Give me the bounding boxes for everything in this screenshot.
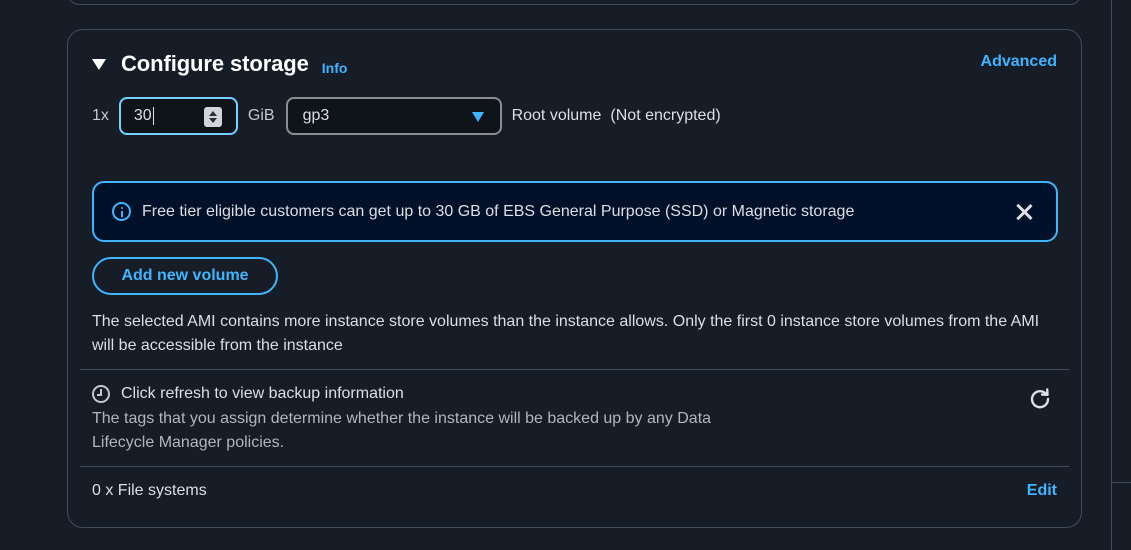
section-title[interactable]: Configure storage [121,51,309,77]
stepper-icon[interactable] [203,107,222,127]
volume-multiplier: 1x [92,107,109,124]
encryption-status: (Not encrypted) [610,107,721,124]
divider [80,369,1069,370]
clock-icon [92,385,110,403]
backup-title: Click refresh to view backup information [121,385,404,402]
info-circle-icon [112,202,131,221]
page: Configure storage Info Advanced 1x 30 Gi… [0,0,1131,550]
backup-info: Click refresh to view backup information… [92,383,1052,455]
root-volume-label: Root volume [511,107,602,124]
section-header: Configure storage Info [92,48,347,80]
stepper-up-icon[interactable] [208,111,217,116]
advanced-link[interactable]: Advanced [981,53,1057,71]
previous-section-card [67,0,1082,5]
right-panel-divider [1112,482,1131,483]
add-new-volume-button[interactable]: Add new volume [92,257,278,295]
volume-size-value[interactable]: 30 [134,107,152,125]
volume-type-value: gp3 [302,107,330,124]
instance-store-warning: The selected AMI contains more instance … [92,313,1040,354]
volume-unit: GiB [247,107,275,124]
backup-header: Click refresh to view backup information [92,383,1052,405]
text-cursor [152,107,154,125]
divider [80,466,1069,467]
file-systems-label: 0 x File systems [92,482,207,499]
volume-size-input[interactable]: 30 [118,97,238,135]
root-volume-row: 1x 30 GiB gp3 Root volume (Not encrypted… [92,97,721,135]
volume-type-select[interactable]: gp3 [285,97,502,135]
refresh-icon[interactable] [1029,388,1051,410]
info-link[interactable]: Info [322,60,348,76]
free-tier-alert: Free tier eligible customers can get up … [92,181,1058,242]
stepper-down-icon[interactable] [208,118,217,123]
right-panel-edge [1111,0,1131,550]
alert-text: Free tier eligible customers can get up … [142,202,855,220]
close-icon[interactable] [1014,202,1034,222]
configure-storage-card: Configure storage Info Advanced 1x 30 Gi… [67,29,1082,528]
caret-down-icon[interactable] [92,58,106,70]
edit-file-systems-link[interactable]: Edit [1027,480,1057,502]
backup-description: The tags that you assign determine wheth… [92,410,712,451]
select-caret-icon[interactable] [471,112,484,122]
